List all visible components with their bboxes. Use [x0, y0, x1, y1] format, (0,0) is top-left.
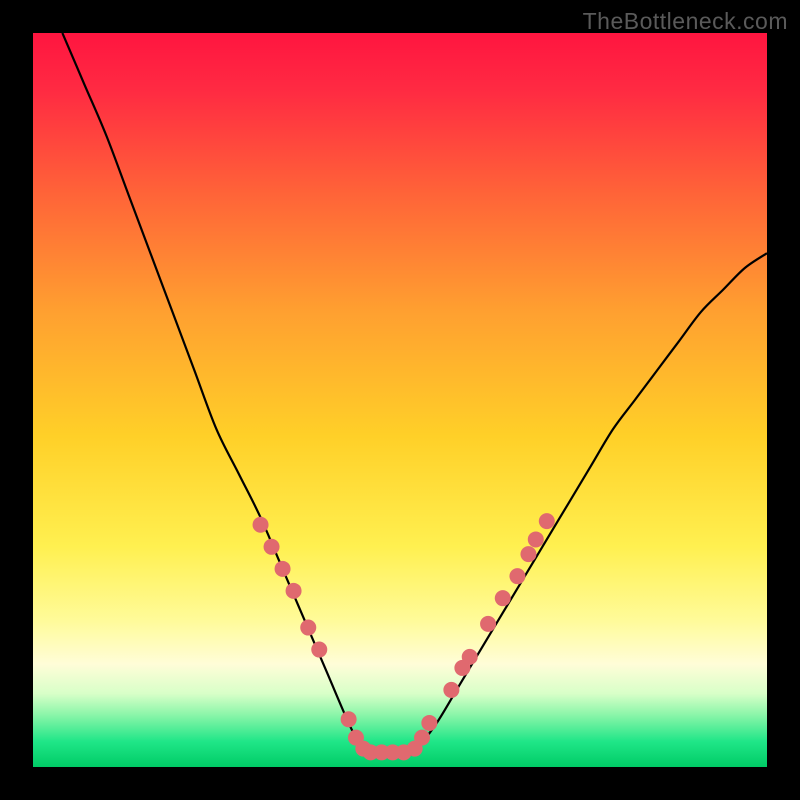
marker-point [300, 620, 316, 636]
marker-point [528, 531, 544, 547]
marker-point [264, 539, 280, 555]
marker-point [311, 642, 327, 658]
marker-point [275, 561, 291, 577]
marker-point [520, 546, 536, 562]
marker-point [286, 583, 302, 599]
marker-point [539, 513, 555, 529]
marker-point [253, 517, 269, 533]
marker-point [443, 682, 459, 698]
watermark-text: TheBottleneck.com [583, 8, 788, 35]
marker-point [509, 568, 525, 584]
chart-curves [33, 33, 767, 767]
chart-frame [33, 33, 767, 767]
marker-point [462, 649, 478, 665]
marker-point [495, 590, 511, 606]
marker-point [414, 730, 430, 746]
marker-point [341, 711, 357, 727]
curve-right-curve [415, 253, 767, 752]
marker-point [480, 616, 496, 632]
marker-point [421, 715, 437, 731]
